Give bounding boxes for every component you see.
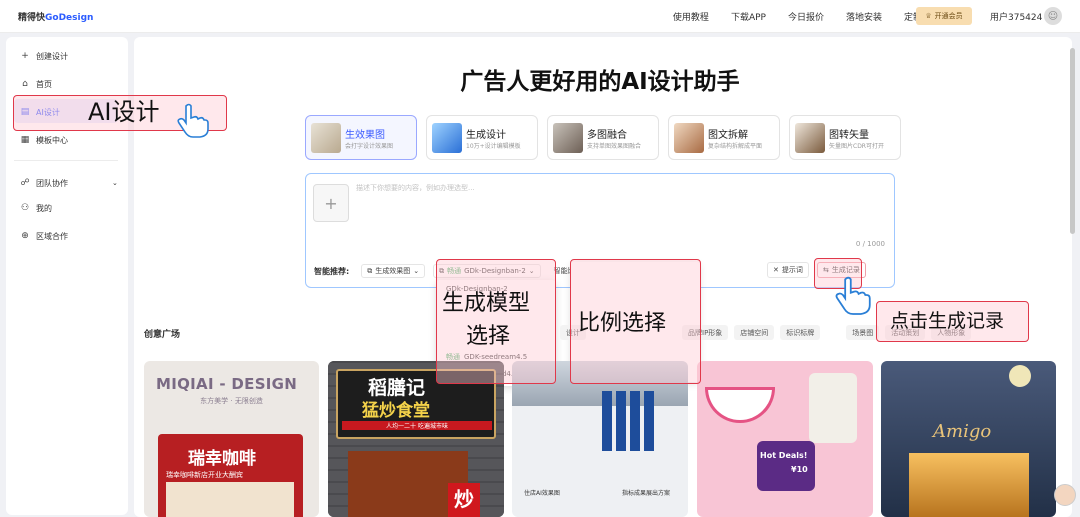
chevron-down-icon: ⌄: [112, 179, 118, 187]
person-icon: ⚇: [20, 203, 30, 213]
card-generate-design[interactable]: 生成设计 10万+设计编辑模板: [426, 115, 538, 160]
price-label: ¥10: [791, 465, 808, 474]
cup: [809, 373, 857, 443]
sidebar-item-mine[interactable]: ⚇ 我的: [20, 200, 52, 216]
char-counter: 0 / 1000: [855, 240, 885, 248]
plus-icon: +: [21, 51, 29, 61]
cafe-window: [166, 482, 294, 517]
prompt-words-button[interactable]: ✕ 提示词: [767, 262, 809, 278]
user-icon: ☺: [1047, 10, 1059, 22]
tag-store-space[interactable]: 店铺空间: [734, 325, 775, 340]
cafe-storefront: 瑞幸咖啡 瑞幸咖啡新店开业大酬宾: [158, 434, 303, 517]
cafe-lit-window: [909, 453, 1029, 517]
gallery-card-restaurant[interactable]: 稻膳记 猛炒食堂 人均一二十 吃遍城市味 炒: [328, 361, 504, 517]
gallery-card-amigo[interactable]: Amigo: [881, 361, 1056, 517]
sign-row: [602, 391, 654, 451]
top-bar: 精得快GoDesign 使用教程 下载APP 今日报价 落地安装 定制设计 ♕开…: [0, 0, 1080, 33]
feature-cards: 生效果图 会打字设计效果图 生成设计 10万+设计编辑模板 多图融合 支持单图效…: [305, 115, 901, 160]
sign-post: [616, 391, 626, 451]
top-nav: 使用教程 下载APP 今日报价 落地安装 定制设计: [673, 0, 940, 33]
chao-sign: 炒: [448, 483, 480, 517]
gallery-title: MIQIAI - DESIGN: [156, 375, 298, 393]
cafe-sub: 瑞幸咖啡新店开业大酬宾: [166, 471, 243, 479]
annotation-model-box: [436, 259, 556, 384]
card-thumbnail: [795, 123, 825, 153]
card-multi-fusion[interactable]: 多图融合 支持单图效果图融合: [547, 115, 659, 160]
card-thumbnail: [432, 123, 462, 153]
cube-icon: ⧉: [367, 266, 373, 275]
team-icon: ☍: [20, 178, 30, 188]
user-name[interactable]: 用户375424: [990, 10, 1042, 23]
page-title: 广告人更好用的AI设计助手: [460, 69, 740, 95]
restaurant-name-2: 猛炒食堂: [362, 401, 430, 421]
card-thumbnail: [553, 123, 583, 153]
assistant-avatar[interactable]: [1054, 484, 1076, 506]
magic-icon: ✕: [773, 266, 779, 274]
smart-label: 智能推荐:: [314, 266, 350, 276]
grid-icon: ▦: [20, 135, 30, 145]
scrollbar[interactable]: [1070, 48, 1075, 234]
vip-button[interactable]: ♕ 开通会员: [916, 7, 972, 25]
hand-pointer-icon: [835, 276, 871, 315]
chevron-down-icon: ⌄: [413, 267, 420, 275]
sidebar-item-team[interactable]: ☍ 团队协作 ⌄: [20, 175, 120, 191]
bowl: [705, 387, 775, 423]
gallery-subtitle: 东方美学 · 无限创造: [200, 397, 263, 405]
card-thumbnail: [674, 123, 704, 153]
sign-post: [644, 391, 654, 451]
annotation-history: 点击生成记录: [890, 310, 1005, 332]
amigo-sign: Amigo: [933, 421, 992, 442]
annotation-ratio: 比例选择: [578, 311, 667, 336]
card-vectorize[interactable]: 图转矢量 矢量图片CDR可打开: [789, 115, 901, 160]
plus-icon: +: [324, 193, 338, 213]
sign-post: [602, 391, 612, 451]
deals-box: Hot Deals! ¥10: [757, 441, 815, 491]
nav-tutorial[interactable]: 使用教程: [673, 10, 709, 23]
tag-signage[interactable]: 标识标牌: [780, 325, 821, 340]
effect-select[interactable]: ⧉ 生成效果图 ⌄: [361, 264, 426, 278]
caption: 指标成果展出方案: [622, 490, 671, 497]
annotation-ai-design: AI设计: [88, 98, 160, 126]
sidebar-divider: [14, 160, 118, 161]
nav-install[interactable]: 落地安装: [846, 10, 882, 23]
avatar[interactable]: ☺: [1044, 7, 1062, 25]
nav-download-app[interactable]: 下载APP: [731, 10, 766, 23]
card-decompose[interactable]: 图文拆解 复杂结构拆解成平面: [668, 115, 780, 160]
caption: 住店AI效果图: [524, 490, 560, 497]
section-title: 创意广场: [144, 330, 181, 340]
tag-scene[interactable]: 场景图: [846, 325, 880, 340]
cafe-sign: 瑞幸咖啡: [188, 449, 256, 469]
logo[interactable]: 精得快GoDesign: [18, 10, 93, 23]
annotation-model-2: 选择: [466, 324, 511, 349]
sign-post: [630, 391, 640, 451]
nav-quote[interactable]: 今日报价: [788, 10, 824, 23]
gallery-card-brand-ip[interactable]: Hot Deals! ¥10: [697, 361, 873, 517]
hot-deals-label: Hot Deals!: [760, 451, 808, 460]
card-thumbnail: [311, 123, 341, 153]
annotation-model-1: 生成模型: [442, 291, 531, 316]
restaurant-sub: 人均一二十 吃遍城市味: [342, 421, 492, 430]
sidebar-item-regional[interactable]: ⊕ 区域合作: [20, 228, 68, 244]
globe-icon: ⊕: [21, 231, 29, 241]
add-image-button[interactable]: +: [313, 184, 349, 222]
gallery-card-cafe[interactable]: MIQIAI - DESIGN 东方美学 · 无限创造 瑞幸咖啡 瑞幸咖啡新店开…: [144, 361, 319, 517]
gallery-card-signage[interactable]: 住店AI效果图 指标成果展出方案: [512, 361, 688, 517]
sidebar-item-templates[interactable]: ▦ 模板中心: [20, 132, 68, 148]
moon: [1009, 365, 1031, 387]
crown-icon: ♕: [925, 12, 932, 20]
prompt-input[interactable]: 描述下你想要的内容，例如办理选型...: [356, 183, 475, 193]
card-effect-image[interactable]: 生效果图 会打字设计效果图: [305, 115, 417, 160]
hand-pointer-icon: [177, 103, 209, 138]
